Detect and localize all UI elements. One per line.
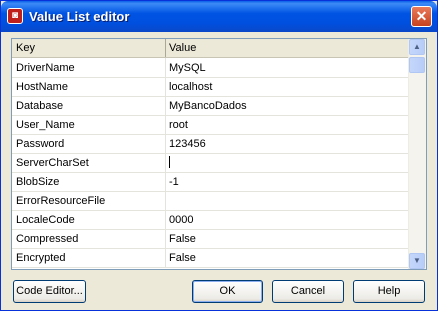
table-row[interactable]: DriverName MySQL — [12, 58, 409, 78]
row-key: Compressed — [16, 233, 79, 245]
row-key: Database — [16, 100, 64, 112]
row-value[interactable]: False — [169, 233, 196, 245]
cell-separator — [165, 77, 166, 96]
row-key: DriverName — [16, 62, 75, 74]
table-row[interactable]: ServerCharSet — [12, 153, 409, 173]
table-row[interactable]: Password 123456 — [12, 134, 409, 154]
help-button[interactable]: Help — [353, 280, 425, 303]
table-row[interactable]: LocaleCode 0000 — [12, 210, 409, 230]
row-value[interactable]: False — [169, 252, 196, 264]
cell-separator — [165, 191, 166, 210]
row-key: User_Name — [16, 119, 75, 131]
row-value[interactable]: MyBancoDados — [169, 100, 247, 112]
value-list-grid: Key Value DriverName MySQL HostName loca… — [11, 38, 427, 270]
window-title: Value List editor — [29, 9, 130, 24]
table-row[interactable]: Compressed False — [12, 229, 409, 249]
row-key: ServerCharSet — [16, 157, 89, 169]
row-key: Password — [16, 138, 65, 150]
table-row[interactable]: BlobSize -1 — [12, 172, 409, 192]
row-key: LocaleCode — [16, 214, 75, 226]
row-key: ErrorResourceFile — [16, 195, 106, 207]
title-bar[interactable]: ◙ Value List editor ✕ — [1, 1, 437, 32]
row-value[interactable]: 123456 — [169, 138, 206, 150]
column-separator[interactable] — [165, 39, 166, 57]
text-caret — [169, 156, 170, 168]
row-value[interactable]: localhost — [169, 81, 212, 93]
row-value[interactable]: root — [169, 119, 188, 131]
code-editor-button[interactable]: Code Editor... — [13, 280, 86, 303]
value-column-header[interactable]: Value — [169, 42, 196, 54]
table-row[interactable]: Encrypted False — [12, 248, 409, 268]
row-key: Encrypted — [16, 252, 66, 264]
cell-separator — [165, 58, 166, 77]
value-list-editor-window: ◙ Value List editor ✕ Key Value DriverNa… — [0, 0, 438, 311]
row-value[interactable]: MySQL — [169, 62, 206, 74]
row-key: BlobSize — [16, 176, 60, 188]
cell-separator — [165, 134, 166, 153]
key-column-header[interactable]: Key — [16, 42, 35, 54]
vertical-scrollbar[interactable]: ▲ ▼ — [408, 39, 426, 269]
cell-separator — [165, 229, 166, 248]
row-key: HostName — [16, 81, 68, 93]
cell-separator — [165, 153, 166, 172]
cell-separator — [165, 96, 166, 115]
table-row[interactable]: ErrorResourceFile — [12, 191, 409, 211]
scroll-thumb[interactable] — [409, 57, 425, 73]
cancel-button[interactable]: Cancel — [272, 280, 344, 303]
row-value[interactable]: 0000 — [169, 214, 193, 226]
table-row[interactable]: User_Name root — [12, 115, 409, 135]
scroll-up-icon[interactable]: ▲ — [409, 39, 425, 55]
row-value[interactable]: -1 — [169, 176, 179, 188]
cell-separator — [165, 248, 166, 267]
cell-separator — [165, 172, 166, 191]
ok-button[interactable]: OK — [192, 280, 263, 303]
scroll-down-icon[interactable]: ▼ — [409, 253, 425, 269]
table-row[interactable]: HostName localhost — [12, 77, 409, 97]
close-button[interactable]: ✕ — [411, 6, 432, 27]
grid-header: Key Value — [12, 39, 409, 58]
table-row[interactable]: Database MyBancoDados — [12, 96, 409, 116]
cell-separator — [165, 115, 166, 134]
cell-separator — [165, 210, 166, 229]
database-icon: ◙ — [7, 8, 23, 24]
